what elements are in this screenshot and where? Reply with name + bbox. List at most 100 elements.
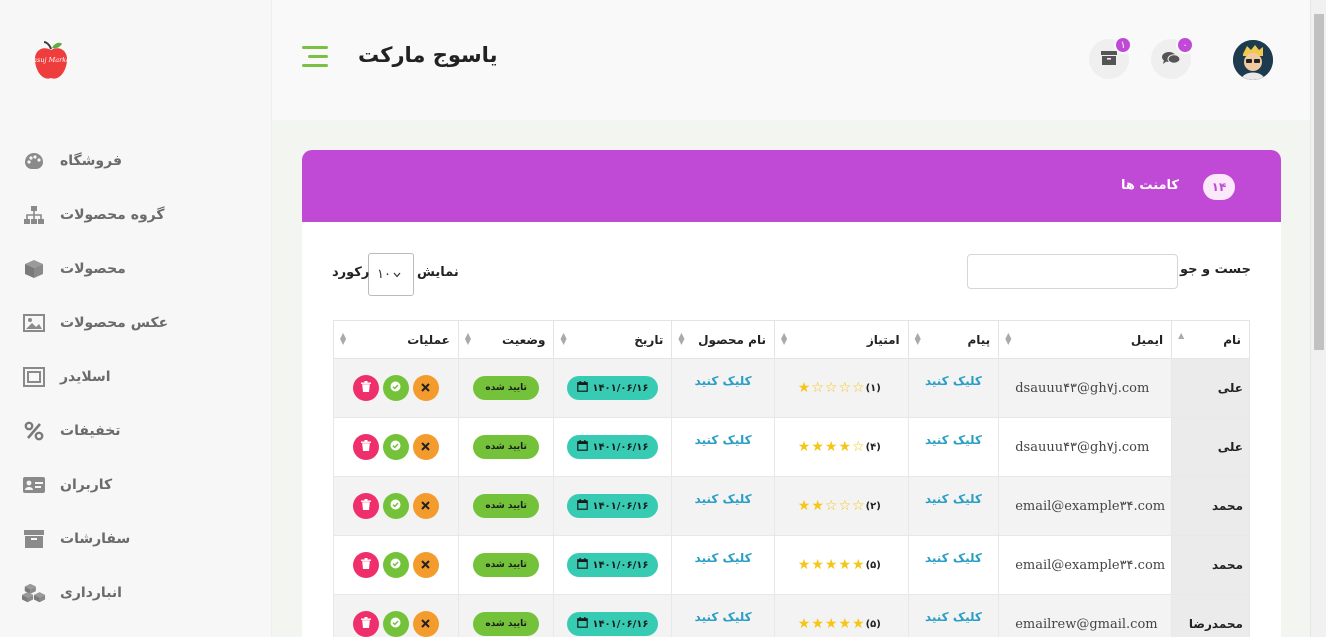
rating-count: (۵) <box>865 559 881 571</box>
sidebar-item-label: گروه محصولات <box>60 207 165 223</box>
message-link[interactable]: کلیک کنید <box>915 433 993 447</box>
scrollbar-thumb[interactable] <box>1314 14 1324 350</box>
sidebar-item-users[interactable]: کاربران <box>22 470 112 500</box>
column-header-product[interactable]: نام محصول ▲ ▼ <box>671 320 775 359</box>
sort-asc-icon: ▲ <box>1178 331 1185 340</box>
star-filled-icon: ★ <box>824 557 838 573</box>
cell-status: تایید شده <box>457 476 555 536</box>
product-link[interactable]: کلیک کنید <box>678 610 768 624</box>
approve-button[interactable] <box>382 493 409 519</box>
delete-button[interactable] <box>352 375 379 401</box>
message-link[interactable]: کلیک کنید <box>915 492 993 506</box>
page-size-value: ۱۰ <box>377 267 391 282</box>
column-header-message[interactable]: پیام ▲ ▼ <box>907 320 1000 359</box>
date-badge: ۱۴۰۱/۰۶/۱۶ <box>567 494 659 518</box>
status-badge: تایید شده <box>473 553 539 577</box>
message-link[interactable]: کلیک کنید <box>915 374 993 388</box>
cell-product: کلیک کنید <box>671 417 775 477</box>
column-header-status[interactable]: وضعیت ▲ ▼ <box>457 320 555 359</box>
product-link[interactable]: کلیک کنید <box>678 374 768 388</box>
star-filled-icon: ★ <box>797 616 811 632</box>
sort-icon: ▲ ▼ <box>464 331 471 346</box>
row-actions <box>340 493 452 519</box>
palette-icon <box>22 149 46 173</box>
star-empty-icon: ☆ <box>852 439 865 455</box>
close-icon <box>421 499 431 513</box>
records-label: رکورد <box>332 265 370 280</box>
star-filled-icon: ★ <box>811 557 824 573</box>
search-input[interactable] <box>967 254 1178 289</box>
page-size-select[interactable]: ۱۰ <box>368 253 414 296</box>
column-header-name[interactable]: نام ▲ <box>1171 320 1250 359</box>
date-text: ۱۴۰۱/۰۶/۱۶ <box>592 500 649 512</box>
check-circle-icon <box>390 440 401 454</box>
delete-button[interactable] <box>352 434 379 460</box>
sidebar-item-product-images[interactable]: عکس محصولات <box>22 308 168 338</box>
cell-message: کلیک کنید <box>907 417 1000 477</box>
message-link[interactable]: کلیک کنید <box>915 610 993 624</box>
product-link[interactable]: کلیک کنید <box>678 492 768 506</box>
cell-product: کلیک کنید <box>671 476 775 536</box>
message-link[interactable]: کلیک کنید <box>915 551 993 565</box>
row-actions <box>340 552 452 578</box>
approve-button[interactable] <box>382 375 409 401</box>
column-header-email[interactable]: ایمیل ▲ ▼ <box>998 320 1173 359</box>
row-actions <box>340 611 452 637</box>
star-filled-icon: ★ <box>811 439 824 455</box>
table-row: محمد email@example۳۴.com کلیک کنید ★ ★ ☆ ☆ ☆… <box>333 476 1250 536</box>
sidebar-item-slider[interactable]: اسلایدر <box>22 362 111 392</box>
sidebar-item-shop[interactable]: فروشگاه <box>22 146 122 176</box>
delete-button[interactable] <box>352 611 379 637</box>
column-header-rating[interactable]: امتیاز ▲ ▼ <box>773 320 909 359</box>
approve-button[interactable] <box>382 434 409 460</box>
close-icon <box>421 440 431 454</box>
menu-toggle-icon[interactable] <box>302 46 328 68</box>
star-filled-icon: ★ <box>838 557 852 573</box>
sidebar-item-product-groups[interactable]: گروه محصولات <box>22 200 165 230</box>
product-link[interactable]: کلیک کنید <box>678 551 768 565</box>
reject-button[interactable] <box>412 493 439 519</box>
reject-button[interactable] <box>412 434 439 460</box>
product-link[interactable]: کلیک کنید <box>678 433 768 447</box>
cell-rating: ★ ☆ ☆ ☆ ☆ (۱) <box>773 358 909 418</box>
avatar[interactable] <box>1233 40 1273 80</box>
cell-rating: ★ ★ ★ ★ ☆ (۴) <box>773 417 909 477</box>
sidebar-item-inventory[interactable]: انبارداری <box>22 578 122 608</box>
cell-name: علی <box>1171 417 1250 477</box>
date-badge: ۱۴۰۱/۰۶/۱۶ <box>567 376 659 400</box>
date-badge: ۱۴۰۱/۰۶/۱۶ <box>567 612 659 636</box>
status-badge: تایید شده <box>473 376 539 400</box>
column-header-actions[interactable]: عملیات ▲ ▼ <box>333 320 459 359</box>
cell-name: محمد <box>1171 476 1250 536</box>
table-header-row: نام ▲ ایمیل ▲ ▼ پیام ▲ ▼ امتیاز ▲ ▼ نام محصول ▲ ▼… <box>333 320 1250 359</box>
chat-button[interactable]: ۰ <box>1151 36 1194 79</box>
cell-date: ۱۴۰۱/۰۶/۱۶ <box>553 535 673 595</box>
row-actions <box>340 375 452 401</box>
approve-button[interactable] <box>382 552 409 578</box>
sort-icon: ▲ ▼ <box>780 331 788 346</box>
delete-button[interactable] <box>352 552 379 578</box>
cell-actions <box>333 535 459 595</box>
sort-icon: ▲ ▼ <box>914 331 921 346</box>
reject-button[interactable] <box>412 375 439 401</box>
trash-icon <box>360 440 371 454</box>
reject-button[interactable] <box>412 552 439 578</box>
sitemap-icon <box>22 203 46 227</box>
sidebar-item-orders[interactable]: سفارشات <box>22 524 130 554</box>
trash-icon <box>360 617 371 631</box>
logo-apple-icon[interactable]: Yasuj Market <box>29 40 73 82</box>
sidebar-item-discounts[interactable]: تخفیفات <box>22 416 121 446</box>
page-scrollbar[interactable] <box>1310 0 1326 637</box>
cell-product: کلیک کنید <box>671 594 775 637</box>
cube-icon <box>22 257 46 281</box>
delete-button[interactable] <box>352 493 379 519</box>
image-icon <box>22 311 46 335</box>
sidebar-item-label: عکس محصولات <box>60 315 169 331</box>
archive-button[interactable]: ۱ <box>1089 36 1132 79</box>
approve-button[interactable] <box>382 611 409 637</box>
reject-button[interactable] <box>412 611 439 637</box>
cell-message: کلیک کنید <box>907 535 1000 595</box>
sidebar-item-products[interactable]: محصولات <box>22 254 126 284</box>
sidebar-item-label: سفارشات <box>60 531 131 547</box>
column-header-date[interactable]: تاریخ ▲ ▼ <box>553 320 673 359</box>
